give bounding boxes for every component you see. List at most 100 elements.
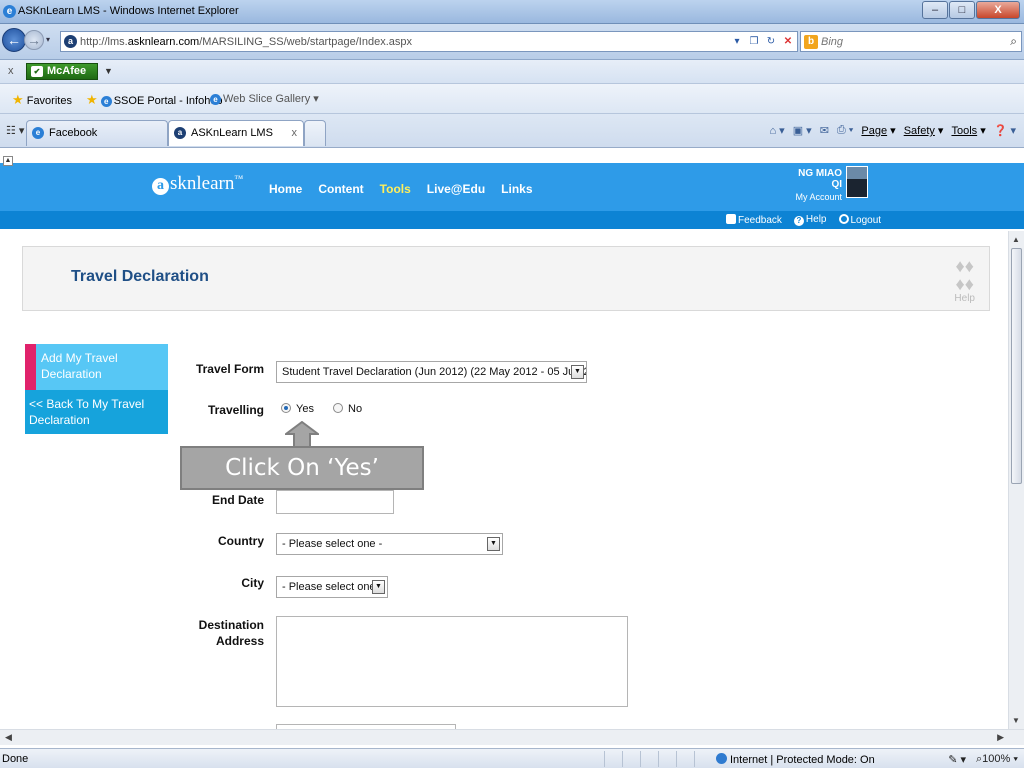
scroll-down-icon[interactable]: ▼: [1012, 716, 1020, 725]
print-icon[interactable]: ⎙ ▾: [837, 124, 853, 137]
status-bar: Done Internet | Protected Mode: On ✎ ▾ ⌕…: [0, 748, 1024, 768]
command-bar: ⌂ ▾ ▣ ▾ ✉ ⎙ ▾ Page ▾ Safety ▾ Tools ▾ ❓ …: [769, 124, 1016, 137]
ie-icon: e: [3, 5, 16, 18]
nav-home[interactable]: Home: [269, 182, 302, 196]
end-date-label: End Date: [211, 493, 264, 507]
help-widget[interactable]: ♦♦ ♦♦ Help: [954, 257, 975, 304]
travelling-label: Travelling: [207, 403, 264, 417]
addon-toolbar: x ✔ McAfee ▼: [0, 60, 1024, 84]
url-text[interactable]: http://lms.asknlearn.com/MARSILING_SS/we…: [80, 36, 412, 48]
nav-content[interactable]: Content: [318, 182, 363, 196]
window-titlebar: e ASKnLearn LMS - Windows Internet Explo…: [0, 0, 1024, 24]
quick-tabs-icon[interactable]: ☷ ▾: [6, 124, 24, 137]
vertical-scrollbar[interactable]: ▲ ▼: [1008, 231, 1024, 729]
destination-address-label: Destination Address: [198, 618, 264, 648]
new-tab-button[interactable]: [304, 120, 326, 146]
favorite-link-ssoe[interactable]: ★ e SSOE Portal - Infohub: [86, 92, 223, 108]
page-title: Travel Declaration: [71, 268, 209, 285]
maximize-button[interactable]: □: [949, 1, 975, 19]
close-window-button[interactable]: X: [976, 1, 1020, 19]
destination-address-field[interactable]: [276, 616, 628, 707]
user-info: NG MIAO QI My Account: [790, 168, 842, 202]
side-item-add-travel-declaration[interactable]: Add My Travel Declaration: [25, 344, 168, 390]
scroll-thumb[interactable]: [1011, 248, 1022, 484]
callout-arrow-icon: [285, 421, 319, 449]
mcafee-button[interactable]: ✔ McAfee: [26, 63, 98, 80]
country-select[interactable]: - Please select one - ▼: [276, 533, 503, 555]
nav-tools[interactable]: Tools: [380, 182, 411, 196]
tools-menu[interactable]: Tools ▾: [951, 124, 985, 137]
protected-mode-icon[interactable]: ✎ ▾: [948, 753, 966, 766]
help-arrows-icon: ♦♦ ♦♦: [955, 256, 974, 294]
nav-links[interactable]: Links: [501, 182, 532, 196]
search-input[interactable]: [821, 34, 991, 49]
read-mail-icon[interactable]: ✉: [820, 124, 829, 137]
logout-link[interactable]: Logout: [838, 214, 881, 226]
avatar[interactable]: [846, 166, 868, 198]
country-label: Country: [218, 534, 264, 548]
travel-form-select[interactable]: Student Travel Declaration (Jun 2012) (2…: [276, 361, 587, 383]
tab-asknlearn-lms[interactable]: a ASKnLearn LMS x: [168, 120, 304, 146]
favorites-bar: ★ Favorites ★ e SSOE Portal - Infohub e We…: [0, 84, 1024, 114]
scroll-up-icon[interactable]: ▲: [1012, 235, 1020, 244]
mcafee-label: McAfee: [47, 65, 87, 77]
address-controls: ▾ ❐ ↻ ✕: [730, 34, 795, 49]
tab-facebook[interactable]: e Facebook: [26, 120, 168, 146]
close-toolbar-icon[interactable]: x: [8, 65, 14, 77]
star-icon: ★: [12, 92, 24, 107]
side-item-back-to-travel-declaration[interactable]: << Back To My Travel Declaration: [25, 390, 168, 434]
scroll-right-icon[interactable]: ▶: [997, 732, 1004, 743]
close-tab-icon[interactable]: x: [292, 121, 298, 145]
back-button[interactable]: ←: [2, 28, 26, 52]
safety-menu[interactable]: Safety ▾: [904, 124, 944, 137]
refresh-icon[interactable]: ↻: [764, 34, 778, 49]
minimize-button[interactable]: –: [922, 1, 948, 19]
site-favicon-icon: a: [64, 35, 77, 48]
favorite-link-web-slice-gallery[interactable]: e Web Slice Gallery ▾: [210, 92, 319, 105]
instruction-callout: Click On ‘Yes’: [180, 446, 424, 490]
address-bar[interactable]: a http://lms.asknlearn.com/MARSILING_SS/…: [60, 31, 798, 52]
mcafee-dropdown-icon[interactable]: ▼: [104, 66, 113, 76]
horizontal-scrollbar[interactable]: ◀ ▶: [0, 729, 1024, 745]
chevron-down-icon: ▼: [487, 537, 500, 551]
help-icon[interactable]: ❓ ▾: [994, 124, 1016, 137]
asknlearn-logo[interactable]: a sknlearn™: [152, 173, 243, 195]
feeds-icon[interactable]: ▣ ▾: [793, 124, 812, 137]
scroll-left-icon[interactable]: ◀: [5, 732, 12, 743]
site-favicon-icon: a: [174, 127, 186, 139]
user-name: NG MIAO QI: [798, 168, 842, 190]
tab-label: ASKnLearn LMS: [191, 127, 273, 139]
end-date-field[interactable]: [276, 490, 394, 514]
chevron-down-icon: ▼: [571, 365, 584, 379]
forward-button[interactable]: →: [24, 30, 44, 50]
help-widget-label: Help: [954, 293, 975, 304]
travelling-yes-radio[interactable]: Yes: [281, 403, 314, 415]
compatibility-view-icon[interactable]: ❐: [747, 34, 761, 49]
search-icon[interactable]: ⌕: [1010, 34, 1017, 49]
security-zone[interactable]: Internet | Protected Mode: On: [716, 753, 875, 766]
status-controls: ✎ ▾ ⌕100% ▾: [948, 753, 1018, 766]
ie-page-icon: e: [100, 96, 112, 107]
city-select[interactable]: - Please select one - ▼: [276, 576, 388, 598]
recent-pages-dropdown-icon[interactable]: ▾: [46, 35, 50, 44]
bing-icon: b: [804, 35, 818, 49]
my-account-link[interactable]: My Account: [790, 192, 842, 202]
search-box[interactable]: b ⌕: [800, 31, 1022, 52]
help-link[interactable]: ? Help: [793, 214, 827, 226]
address-dropdown-icon[interactable]: ▾: [730, 34, 744, 49]
page-menu[interactable]: Page ▾: [861, 124, 895, 137]
nav-live-edu[interactable]: Live@Edu: [427, 182, 485, 196]
favorites-button[interactable]: ★ Favorites: [12, 92, 72, 108]
home-icon[interactable]: ⌂ ▾: [769, 124, 784, 137]
ie-page-icon: e: [210, 94, 221, 105]
feedback-link[interactable]: Feedback: [726, 214, 782, 226]
window-controls: – □ X: [921, 1, 1020, 19]
add-favorite-icon: ★: [86, 92, 98, 107]
radio-unselected-icon: [333, 403, 343, 413]
collapse-header-icon[interactable]: ▲: [3, 156, 13, 166]
zoom-control[interactable]: ⌕100% ▾: [976, 753, 1018, 766]
travelling-no-radio[interactable]: No: [333, 403, 362, 415]
stop-icon[interactable]: ✕: [781, 34, 795, 49]
radio-selected-icon: [281, 403, 291, 413]
tab-bar: ☷ ▾ e Facebook a ASKnLearn LMS x ⌂ ▾ ▣ ▾…: [0, 114, 1024, 148]
